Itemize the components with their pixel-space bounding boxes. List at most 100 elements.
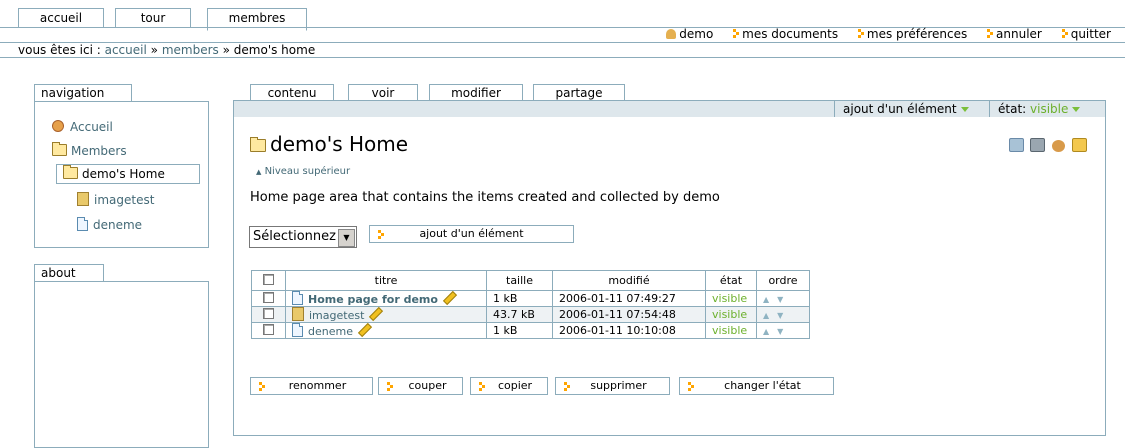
table-row: deneme 1 kB 2006-01-11 10:10:08 visible … <box>251 322 810 339</box>
page-title-label: demo's Home <box>270 132 409 156</box>
header-title[interactable]: titre <box>285 270 487 291</box>
tab-tour[interactable]: tour <box>115 8 191 28</box>
about-title: about <box>34 264 104 281</box>
up-level-label: Niveau supérieur <box>264 166 351 177</box>
preferences-link[interactable]: mes préférences <box>857 27 968 41</box>
add-item-button-label: ajout d'un élément <box>419 227 524 240</box>
user-link[interactable]: demo <box>666 27 713 41</box>
nav-item-demos-home[interactable]: demo's Home <box>56 164 200 184</box>
tab-label: partage <box>555 86 603 100</box>
row-modified: 2006-01-11 07:54:48 <box>552 306 706 323</box>
personal-bar: demo mes documents mes préférences annul… <box>650 27 1111 42</box>
breadcrumb-accueil[interactable]: accueil <box>105 43 147 57</box>
breadcrumb-members[interactable]: members <box>162 43 219 57</box>
my-documents-link[interactable]: mes documents <box>733 27 838 41</box>
type-select-value: Sélectionnez <box>253 229 336 244</box>
copy-button[interactable]: copier <box>470 377 548 395</box>
move-up-icon[interactable]: ▲ <box>763 295 777 304</box>
tab-label: voir <box>371 86 395 100</box>
row-order: ▲▼ <box>756 290 810 307</box>
preferences-label: mes préférences <box>866 27 968 41</box>
rename-button[interactable]: renommer <box>250 377 373 395</box>
move-down-icon[interactable]: ▼ <box>777 295 791 304</box>
header-state[interactable]: état <box>705 270 757 291</box>
document-icon <box>292 291 303 305</box>
header-modified[interactable]: modifié <box>552 270 706 291</box>
print-icon[interactable] <box>1030 138 1046 152</box>
state-menu[interactable]: état: visible <box>989 101 1106 117</box>
delete-button-label: supprimer <box>590 379 647 392</box>
nav-label: Accueil <box>70 120 113 134</box>
row-checkbox[interactable] <box>263 323 274 335</box>
change-state-button[interactable]: changer l'état <box>679 377 834 395</box>
delete-button[interactable]: supprimer <box>555 377 670 395</box>
row-title-cell: deneme <box>285 322 487 339</box>
header-order[interactable]: ordre <box>756 270 810 291</box>
arrow-icon <box>733 29 739 38</box>
my-documents-label: mes documents <box>742 27 839 41</box>
nav-label: imagetest <box>94 193 155 207</box>
nav-item-deneme[interactable]: deneme <box>77 216 142 234</box>
move-up-icon[interactable]: ▲ <box>763 311 777 320</box>
nav-label: deneme <box>93 218 143 232</box>
user-label: demo <box>679 27 714 41</box>
items-table: titre taille modifié état ordre Home pag… <box>251 270 810 339</box>
row-size: 43.7 kB <box>486 306 553 323</box>
nav-item-imagetest[interactable]: imagetest <box>77 191 154 209</box>
add-item-menu[interactable]: ajout d'un élément <box>834 101 988 117</box>
breadcrumb-separator: » <box>222 43 230 57</box>
undo-link[interactable]: annuler <box>987 27 1042 41</box>
select-all-checkbox[interactable] <box>263 273 274 285</box>
pencil-icon[interactable] <box>357 322 373 338</box>
image-icon <box>77 192 89 206</box>
chevron-down-icon: ▼ <box>337 229 355 247</box>
row-state: visible <box>705 322 757 339</box>
move-up-icon[interactable]: ▲ <box>763 327 777 336</box>
page-title: demo's Home <box>250 131 408 157</box>
about-portlet <box>34 281 209 448</box>
about-title-label: about <box>41 266 76 280</box>
type-select[interactable]: Sélectionnez ▼ <box>249 226 357 248</box>
nav-item-accueil[interactable]: Accueil <box>52 118 113 136</box>
row-title-cell: imagetest <box>285 306 487 323</box>
row-title-link[interactable]: Home page for demo <box>308 293 438 306</box>
chevron-down-icon <box>960 107 969 112</box>
row-title-link[interactable]: imagetest <box>309 309 364 322</box>
row-title-link[interactable]: deneme <box>308 325 353 338</box>
content-action-bar: ajout d'un élément état: visible <box>233 100 1106 118</box>
row-select[interactable] <box>251 290 286 307</box>
favorite-icon[interactable] <box>1072 138 1087 152</box>
info-icon[interactable] <box>1052 140 1066 152</box>
logout-link[interactable]: quitter <box>1061 27 1111 41</box>
tab-accueil[interactable]: accueil <box>18 8 104 28</box>
pencil-icon[interactable] <box>369 306 384 322</box>
row-checkbox[interactable] <box>263 307 274 319</box>
up-arrow-icon: ▲ <box>256 168 262 176</box>
image-icon <box>292 307 304 321</box>
table-row: imagetest 43.7 kB 2006-01-11 07:54:48 vi… <box>251 306 810 323</box>
up-level-link[interactable]: ▲ Niveau supérieur <box>256 166 350 177</box>
nav-item-members[interactable]: Members <box>52 142 127 160</box>
row-select[interactable] <box>251 306 286 323</box>
add-item-button[interactable]: ajout d'un élément <box>369 225 574 243</box>
document-icon <box>292 323 303 337</box>
breadcrumb-prefix: vous êtes ici : <box>18 43 101 57</box>
add-item-label: ajout d'un élément <box>843 102 957 116</box>
copy-button-label: copier <box>497 379 533 392</box>
state-value: visible <box>1030 102 1069 116</box>
pencil-icon[interactable] <box>442 290 458 306</box>
row-checkbox[interactable] <box>263 291 274 303</box>
breadcrumb: vous êtes ici : accueil » members » demo… <box>0 42 1125 58</box>
row-order: ▲▼ <box>756 306 810 323</box>
user-icon <box>666 29 677 39</box>
move-down-icon[interactable]: ▼ <box>777 327 791 336</box>
cut-button[interactable]: couper <box>378 377 463 395</box>
select-all-header[interactable] <box>251 270 286 291</box>
folder-description: Home page area that contains the items c… <box>250 190 720 205</box>
navigation-title: navigation <box>34 84 132 101</box>
move-down-icon[interactable]: ▼ <box>777 311 791 320</box>
row-select[interactable] <box>251 322 286 339</box>
row-state: visible <box>705 290 757 307</box>
mail-icon[interactable] <box>1008 138 1024 152</box>
header-size[interactable]: taille <box>486 270 553 291</box>
